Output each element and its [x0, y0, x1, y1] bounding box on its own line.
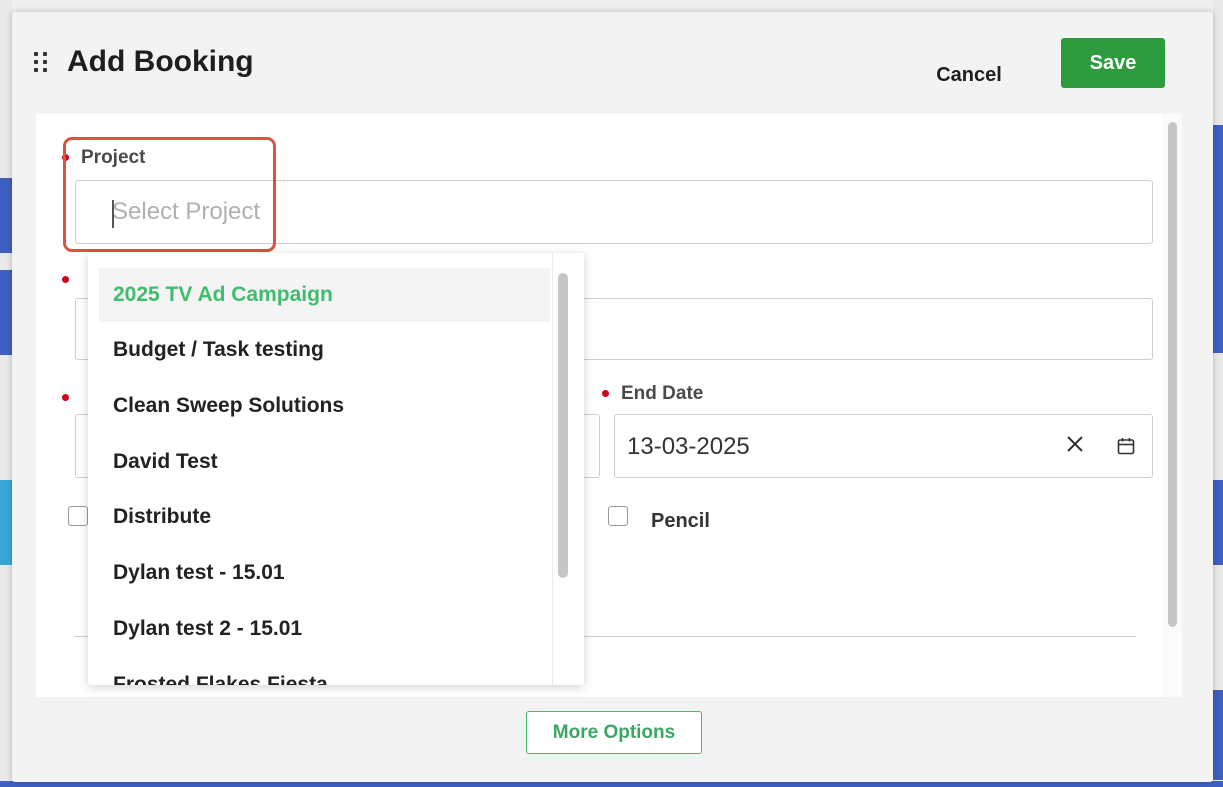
end-date-label: End Date — [602, 383, 703, 405]
calendar-icon[interactable] — [1117, 437, 1135, 455]
modal-title: Add Booking — [67, 45, 254, 78]
background-booking-bar — [1213, 690, 1223, 780]
drag-handle-icon[interactable] — [34, 52, 48, 74]
end-date-value: 13-03-2025 — [627, 433, 750, 460]
dropdown-item-2025-tv-ad-campaign[interactable]: 2025 TV Ad Campaign — [99, 268, 550, 322]
dropdown-item-frosted-flakes-fiesta[interactable]: Frosted Flakes Fiesta — [99, 658, 550, 685]
dropdown-scrollbar[interactable] — [552, 253, 584, 685]
required-indicator — [602, 390, 609, 398]
cancel-button[interactable]: Cancel — [924, 50, 1014, 100]
pencil-label: Pencil — [651, 510, 710, 532]
background-booking-bar — [0, 178, 12, 253]
form-scrollbar[interactable] — [1162, 114, 1182, 697]
background-app-left — [0, 0, 12, 787]
dropdown-item-budget-task-testing[interactable]: Budget / Task testing — [99, 323, 550, 377]
background-booking-bar — [1213, 480, 1223, 565]
background-app-right — [1213, 0, 1223, 787]
background-booking-bar — [0, 270, 12, 355]
dropdown-scroll-thumb[interactable] — [558, 273, 568, 578]
modal-header: Add Booking Cancel Save — [12, 12, 1213, 112]
end-date-input[interactable]: 13-03-2025 — [614, 414, 1153, 478]
end-date-label-text: End Date — [621, 383, 704, 404]
dropdown-item-clean-sweep-solutions[interactable]: Clean Sweep Solutions — [99, 379, 550, 433]
clear-icon[interactable] — [1065, 433, 1087, 457]
save-button[interactable]: Save — [1061, 38, 1165, 88]
pencil-checkbox[interactable] — [608, 506, 628, 526]
background-booking-bar — [1213, 125, 1223, 353]
dropdown-item-david-test[interactable]: David Test — [99, 435, 550, 489]
required-indicator — [62, 271, 81, 289]
required-indicator — [62, 389, 81, 407]
highlight-annotation — [63, 137, 276, 252]
dropdown-item-dylan-test-15-01[interactable]: Dylan test - 15.01 — [99, 546, 550, 600]
form-scroll-thumb[interactable] — [1168, 122, 1177, 627]
background-booking-bar — [0, 480, 12, 565]
more-options-button[interactable]: More Options — [526, 711, 702, 754]
dropdown-item-dylan-test-2-15-01[interactable]: Dylan test 2 - 15.01 — [99, 602, 550, 656]
project-dropdown: 2025 TV Ad Campaign Budget / Task testin… — [88, 253, 584, 685]
dropdown-item-distribute[interactable]: Distribute — [99, 490, 550, 544]
checkbox[interactable] — [68, 506, 88, 526]
